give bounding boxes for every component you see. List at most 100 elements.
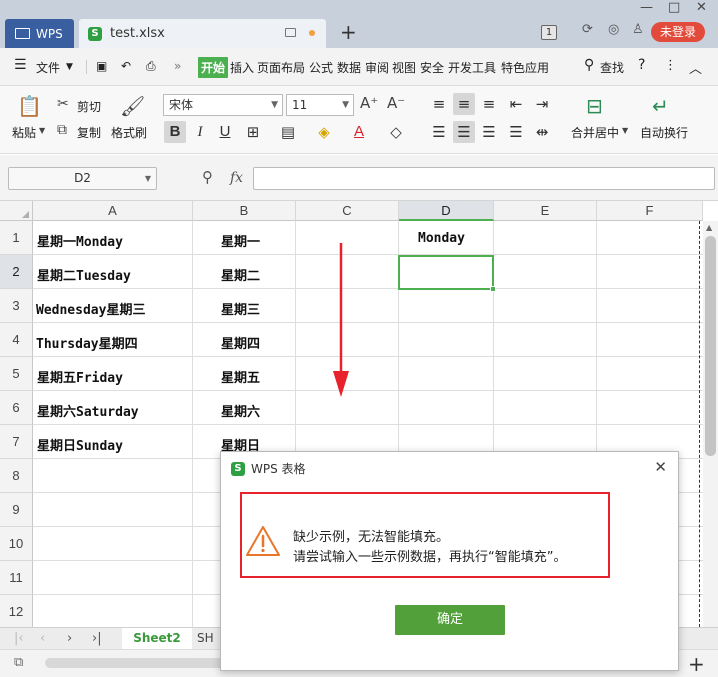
- bold-button[interactable]: B: [164, 121, 186, 143]
- more-icon[interactable]: ⋮: [664, 58, 677, 73]
- tab-view[interactable]: 视图: [392, 59, 416, 76]
- cell-b5[interactable]: 星期五: [221, 367, 260, 386]
- undo-history-icon[interactable]: ↶: [121, 59, 131, 73]
- scissors-icon[interactable]: ✂: [57, 96, 69, 112]
- distributed-align-icon[interactable]: ⇹: [531, 121, 553, 143]
- cell-a6[interactable]: 星期六Saturday: [37, 401, 139, 420]
- cell-b2[interactable]: 星期二: [221, 265, 260, 284]
- row-header-3[interactable]: 3: [0, 289, 33, 323]
- align-middle-icon[interactable]: ≡: [453, 93, 475, 115]
- window-count-badge[interactable]: 1: [541, 25, 557, 40]
- sheet-tab-other[interactable]: SH: [197, 631, 214, 645]
- vertical-scroll-thumb[interactable]: [705, 236, 716, 456]
- merge-center-button[interactable]: 合并居中: [571, 124, 619, 141]
- tab-special-apps[interactable]: 特色应用: [501, 59, 549, 76]
- login-button[interactable]: 未登录: [651, 22, 705, 42]
- align-left-icon[interactable]: ☰: [428, 121, 450, 143]
- tab-developer[interactable]: 开发工具: [448, 59, 496, 76]
- align-center-icon[interactable]: ☰: [453, 121, 475, 143]
- row-header-4[interactable]: 4: [0, 323, 33, 357]
- cell-a7[interactable]: 星期日Sunday: [37, 435, 123, 454]
- tab-data[interactable]: 数据: [337, 59, 361, 76]
- collapse-ribbon-icon[interactable]: ︿: [689, 58, 702, 77]
- active-cell-d2[interactable]: [398, 255, 494, 290]
- dialog-close-icon[interactable]: ✕: [654, 458, 667, 476]
- last-sheet-icon[interactable]: ›|: [92, 631, 102, 646]
- sheet-list-icon[interactable]: ⧉: [14, 655, 23, 670]
- prev-sheet-icon[interactable]: ‹: [40, 631, 45, 646]
- row-header-11[interactable]: 11: [0, 561, 33, 595]
- ok-button[interactable]: 确定: [395, 605, 505, 635]
- paste-button[interactable]: 粘贴: [12, 124, 36, 141]
- search-button[interactable]: 查找: [600, 59, 624, 76]
- merge-center-icon[interactable]: ⊟: [586, 94, 603, 118]
- cell-b3[interactable]: 星期三: [221, 299, 260, 318]
- cell-a1[interactable]: 星期一Monday: [37, 231, 123, 250]
- file-menu[interactable]: 文件: [36, 59, 60, 76]
- cell-a4[interactable]: Thursday星期四: [36, 333, 138, 352]
- tab-formula[interactable]: 公式: [309, 59, 333, 76]
- fill-handle[interactable]: [490, 286, 496, 292]
- align-top-icon[interactable]: ≡: [428, 93, 450, 115]
- cell-a5[interactable]: 星期五Friday: [37, 367, 123, 386]
- paste-dropdown-icon[interactable]: ▼: [39, 126, 45, 135]
- cell-b4[interactable]: 星期四: [221, 333, 260, 352]
- row-header-2[interactable]: 2: [0, 255, 33, 289]
- font-name-select[interactable]: 宋体 ▼: [163, 94, 283, 116]
- cell-b1[interactable]: 星期一: [221, 231, 260, 250]
- formula-input[interactable]: [253, 167, 715, 190]
- shirt-icon[interactable]: ♙: [632, 22, 644, 37]
- border-icon[interactable]: ⊞: [242, 121, 264, 143]
- decrease-indent-icon[interactable]: ⇤: [505, 93, 527, 115]
- align-right-icon[interactable]: ☰: [478, 121, 500, 143]
- minimize-icon[interactable]: —: [640, 0, 653, 15]
- increase-indent-icon[interactable]: ⇥: [531, 93, 553, 115]
- justify-icon[interactable]: ☰: [505, 121, 527, 143]
- cell-d1[interactable]: Monday: [418, 231, 465, 246]
- zoom-icon[interactable]: ⚲: [202, 168, 213, 186]
- auto-wrap-button[interactable]: 自动换行: [640, 124, 688, 141]
- hamburger-icon[interactable]: ☰: [14, 57, 27, 73]
- auto-wrap-icon[interactable]: ↵: [652, 94, 669, 118]
- row-header-9[interactable]: 9: [0, 493, 33, 527]
- document-tab[interactable]: S test.xlsx: [79, 19, 326, 48]
- font-size-select[interactable]: 11 ▼: [286, 94, 354, 116]
- row-header-8[interactable]: 8: [0, 459, 33, 493]
- scroll-up-icon[interactable]: ▲: [706, 223, 712, 232]
- cell-style-icon[interactable]: ▤: [277, 121, 299, 143]
- select-all-corner[interactable]: [0, 201, 33, 221]
- row-header-1[interactable]: 1: [0, 221, 33, 255]
- skin-icon[interactable]: ◎: [608, 22, 619, 37]
- copy-icon[interactable]: ⧉: [57, 122, 67, 138]
- save-icon[interactable]: ▣: [96, 59, 107, 73]
- tab-insert[interactable]: 插入: [230, 59, 254, 76]
- more-quick-icon[interactable]: »: [174, 59, 181, 73]
- tab-start[interactable]: 开始: [198, 57, 229, 78]
- sync-icon[interactable]: ⟳: [582, 22, 593, 37]
- tab-security[interactable]: 安全: [420, 59, 444, 76]
- print-icon[interactable]: ⎙: [146, 59, 156, 74]
- fill-color-icon[interactable]: ◈: [313, 121, 335, 143]
- column-header-a[interactable]: A: [33, 201, 193, 221]
- column-header-b[interactable]: B: [193, 201, 296, 221]
- row-header-7[interactable]: 7: [0, 425, 33, 459]
- increase-font-icon[interactable]: A⁺: [360, 94, 378, 112]
- help-icon[interactable]: ?: [638, 57, 645, 73]
- underline-button[interactable]: U: [214, 121, 236, 143]
- row-header-10[interactable]: 10: [0, 527, 33, 561]
- column-header-c[interactable]: C: [296, 201, 399, 221]
- column-header-f[interactable]: F: [597, 201, 703, 221]
- align-bottom-icon[interactable]: ≡: [478, 93, 500, 115]
- column-header-e[interactable]: E: [494, 201, 597, 221]
- cell-a3[interactable]: Wednesday星期三: [36, 299, 145, 318]
- monitor-icon[interactable]: [285, 28, 296, 37]
- next-sheet-icon[interactable]: ›: [67, 631, 72, 646]
- row-header-6[interactable]: 6: [0, 391, 33, 425]
- cell-a2[interactable]: 星期二Tuesday: [37, 265, 131, 284]
- row-header-12[interactable]: 12: [0, 595, 33, 627]
- name-box[interactable]: D2 ▼: [8, 167, 157, 190]
- format-painter-icon[interactable]: 🖌: [120, 94, 145, 118]
- wps-home-tab[interactable]: WPS: [5, 19, 74, 48]
- sheet-tab-sheet2[interactable]: Sheet2: [122, 628, 192, 649]
- cut-button[interactable]: 剪切: [77, 98, 101, 115]
